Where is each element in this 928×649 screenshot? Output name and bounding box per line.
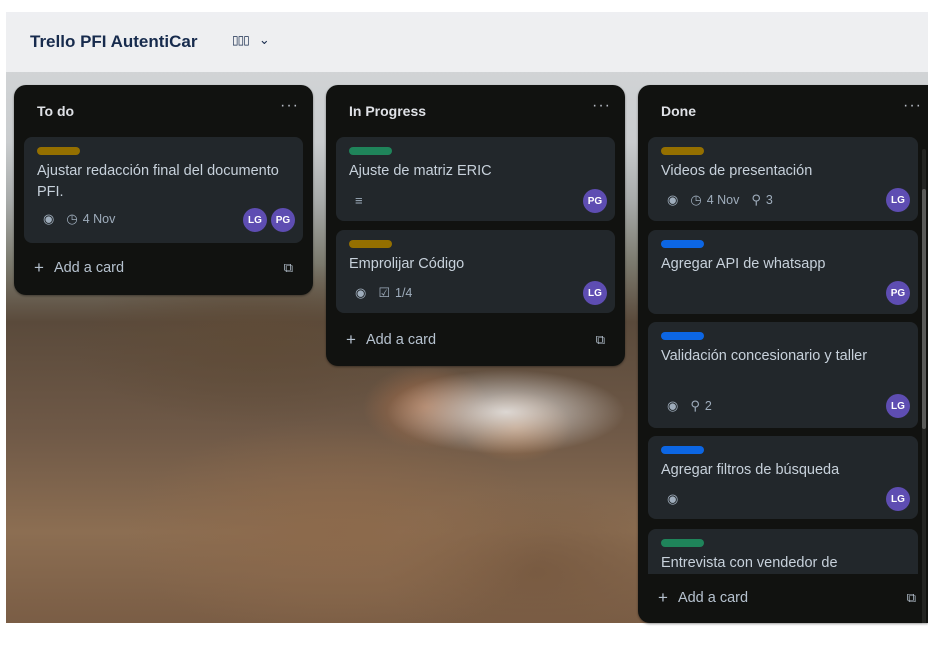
card-badges: ◉ ◷ 4 Nov ⚲ 3 (667, 192, 773, 208)
card-badges: ◉ ⚲ 2 (667, 398, 712, 414)
clock-icon: ◷ (690, 192, 702, 207)
checklist-badge: ☑ 1/4 (378, 285, 412, 301)
list-title[interactable]: In Progress (349, 103, 426, 119)
card[interactable]: Agregar API de whatsapp PG (648, 230, 918, 314)
card[interactable]: Videos de presentación ◉ ◷ 4 Nov ⚲ 3 LG (648, 137, 918, 221)
attachments-count: 2 (704, 399, 712, 413)
card[interactable]: Validación concesionario y taller ◉ ⚲ 2 … (648, 322, 918, 428)
due-date-badge[interactable]: ◷ 4 Nov (66, 211, 115, 227)
card-label[interactable] (349, 147, 392, 155)
card-label[interactable] (661, 539, 704, 547)
card[interactable]: Emprolijar Código ◉ ☑ 1/4 LG (336, 230, 615, 313)
card-badges: ≡ (355, 193, 363, 208)
list-menu-button[interactable]: ··· (280, 97, 299, 115)
avatar[interactable]: LG (886, 487, 910, 511)
card-members: LG PG (243, 208, 295, 232)
eye-icon: ◉ (667, 398, 679, 413)
eye-icon: ◉ (355, 285, 367, 300)
paperclip-icon: ⚲ (751, 192, 761, 207)
clock-icon: ◷ (66, 211, 78, 226)
card-template-icon[interactable]: ⧉ (596, 332, 605, 348)
paperclip-icon: ⚲ (690, 398, 700, 413)
list-title[interactable]: To do (37, 103, 74, 119)
list-title[interactable]: Done (661, 103, 696, 119)
scrollbar-thumb[interactable] (922, 189, 926, 429)
avatar[interactable]: PG (271, 208, 295, 232)
card[interactable]: Ajuste de matriz ERIC ≡ PG (336, 137, 615, 221)
due-date-badge[interactable]: ◷ 4 Nov (690, 192, 739, 208)
card-title: Entrevista con vendedor de (661, 555, 838, 571)
card-title: Videos de presentación (661, 163, 813, 179)
list-in-progress: In Progress ··· Ajuste de matriz ERIC ≡ … (326, 85, 625, 366)
card-members: LG (886, 188, 910, 212)
description-icon: ≡ (355, 193, 363, 208)
board-title[interactable]: Trello PFI AutentiCar (30, 32, 198, 52)
card-label[interactable] (349, 240, 392, 248)
plus-icon: + (658, 588, 668, 607)
attachments-badge: ⚲ 3 (751, 192, 772, 208)
avatar[interactable]: PG (886, 281, 910, 305)
list-scrollbar[interactable] (922, 149, 926, 649)
plus-icon: + (346, 330, 356, 349)
card-label[interactable] (661, 332, 704, 340)
board-header: Trello PFI AutentiCar ▯▯▯ ⌄ (6, 12, 928, 72)
card-badges: ◉ (667, 491, 678, 507)
avatar[interactable]: LG (886, 394, 910, 418)
list-done: Done ··· Videos de presentación ◉ ◷ 4 No… (638, 85, 928, 649)
add-card-label: Add a card (365, 332, 437, 348)
card-title: Ajustar redacción final del documento PF… (37, 163, 279, 200)
card-title: Agregar API de whatsapp (661, 256, 826, 272)
chevron-down-icon: ⌄ (258, 32, 270, 47)
card-title: Validación concesionario y taller (661, 348, 868, 364)
attachments-count: 3 (765, 193, 773, 207)
card-title: Agregar filtros de búsqueda (661, 462, 840, 478)
card-label[interactable] (661, 147, 704, 155)
list-menu-button[interactable]: ··· (592, 97, 611, 115)
board-view-switcher[interactable]: ▯▯▯ ⌄ (232, 32, 270, 48)
card[interactable]: Ajustar redacción final del documento PF… (24, 137, 303, 243)
card-title: Emprolijar Código (349, 256, 465, 272)
checklist-text: 1/4 (395, 286, 413, 300)
board-view-icon: ▯▯▯ (232, 33, 250, 47)
card-title: Ajuste de matriz ERIC (349, 163, 492, 179)
card-template-icon[interactable]: ⧉ (284, 260, 293, 276)
card-badges: ◉ ◷ 4 Nov (43, 211, 115, 227)
plus-icon: + (34, 258, 44, 277)
list-to-do: To do ··· Ajustar redacción final del do… (14, 85, 313, 295)
due-date-text: 4 Nov (82, 212, 116, 226)
add-card-button[interactable]: + Add a card ⧉ (658, 588, 916, 608)
eye-icon: ◉ (43, 211, 55, 226)
eye-icon: ◉ (667, 491, 679, 506)
card-label[interactable] (37, 147, 80, 155)
card-members: LG (886, 394, 910, 418)
add-card-button[interactable]: + Add a card ⧉ (346, 330, 613, 350)
card-label[interactable] (661, 240, 704, 248)
card-badges: ◉ ☑ 1/4 (355, 285, 412, 301)
due-date-text: 4 Nov (706, 193, 740, 207)
attachments-badge: ⚲ 2 (690, 398, 711, 414)
avatar[interactable]: LG (886, 188, 910, 212)
card-members: PG (886, 281, 910, 305)
card-members: LG (583, 281, 607, 305)
add-card-label: Add a card (53, 260, 125, 276)
card-template-icon[interactable]: ⧉ (907, 590, 916, 606)
card-members: PG (583, 189, 607, 213)
add-card-button[interactable]: + Add a card ⧉ (34, 258, 301, 278)
avatar[interactable]: LG (583, 281, 607, 305)
eye-icon: ◉ (667, 192, 679, 207)
list-menu-button[interactable]: ··· (903, 97, 922, 115)
avatar[interactable]: PG (583, 189, 607, 213)
add-card-label: Add a card (677, 590, 749, 606)
card[interactable]: Agregar filtros de búsqueda ◉ LG (648, 436, 918, 519)
checkbox-icon: ☑ (378, 285, 390, 300)
card-members: LG (886, 487, 910, 511)
avatar[interactable]: LG (243, 208, 267, 232)
card-label[interactable] (661, 446, 704, 454)
card[interactable]: Entrevista con vendedor de (648, 529, 918, 574)
